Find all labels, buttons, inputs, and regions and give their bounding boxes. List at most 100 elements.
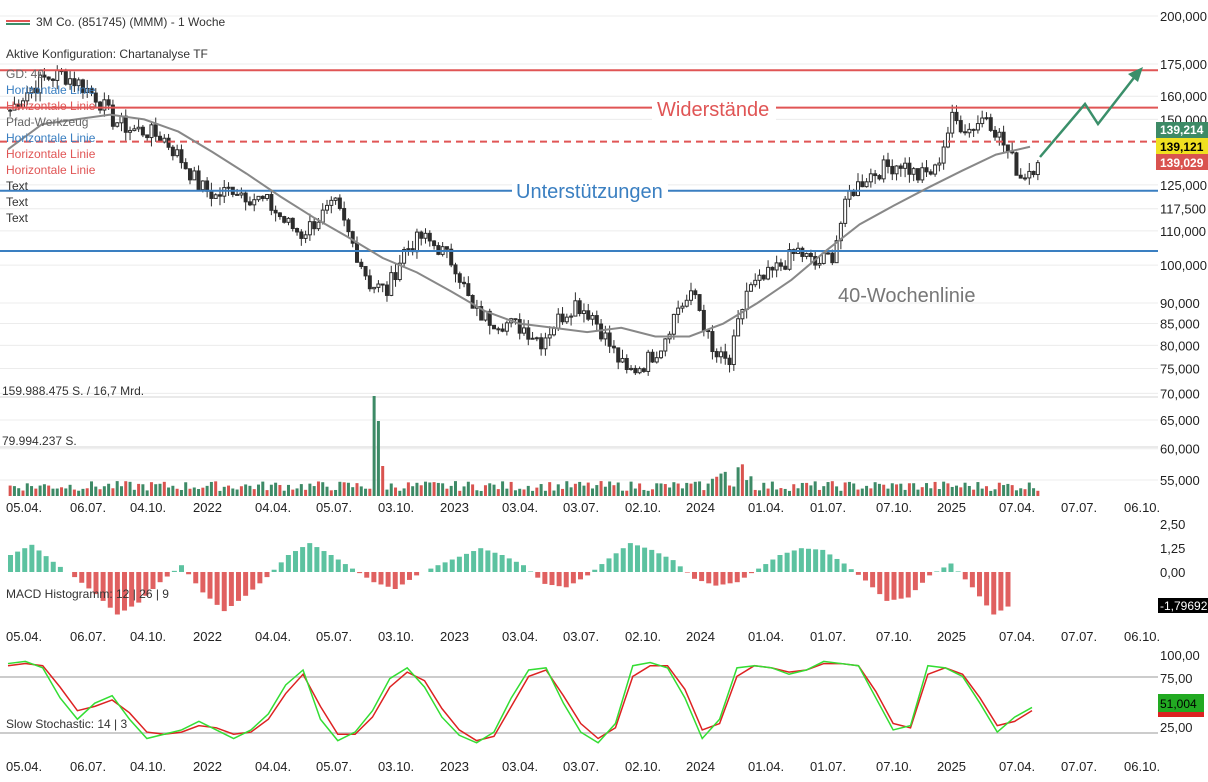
candle <box>920 167 925 181</box>
volume-bar <box>929 488 933 496</box>
tool-item[interactable]: Horizontale Linie <box>6 131 96 145</box>
tool-item[interactable]: Text <box>6 211 29 225</box>
volume-bar <box>1027 482 1031 496</box>
candle <box>432 240 437 247</box>
volume-bar <box>612 485 616 496</box>
volume-bar <box>201 487 205 496</box>
x-axis-label: 05.07. <box>316 629 352 644</box>
candle <box>573 300 578 317</box>
candle <box>149 124 154 139</box>
x-axis-label: 06.10. <box>1124 759 1160 774</box>
candle <box>766 266 771 280</box>
macd-bar <box>193 572 199 584</box>
volume-bar <box>693 481 697 496</box>
macd-bar <box>599 564 605 572</box>
volume-bar <box>51 488 55 496</box>
macd-bar <box>791 550 797 572</box>
tool-item[interactable]: GD: 40 <box>6 67 44 81</box>
volume-bar <box>479 490 483 496</box>
volume-bar <box>419 485 423 496</box>
macd-bar <box>521 565 526 572</box>
volume-bar <box>239 486 243 496</box>
tool-item[interactable]: Horizontale Linie <box>6 163 96 177</box>
volume-bar <box>548 482 552 496</box>
resistance-annotation[interactable]: Widerstände <box>657 99 769 121</box>
tool-item[interactable]: Text <box>6 179 29 193</box>
macd-bar <box>442 562 448 572</box>
volume-bar <box>428 482 432 496</box>
volume-bar <box>792 484 796 496</box>
candle <box>183 162 188 170</box>
macd-bar <box>414 572 420 576</box>
volume-bar <box>745 480 749 496</box>
candle <box>770 266 775 271</box>
tool-item[interactable]: Text <box>6 195 29 209</box>
support-annotation[interactable]: Unterstützungen <box>516 181 663 203</box>
x-axis-label: 2025 <box>937 759 966 774</box>
macd-bar <box>72 572 78 578</box>
candle <box>569 315 574 318</box>
volume-bar <box>646 490 650 496</box>
candle <box>513 318 518 321</box>
volume-bar <box>47 485 51 496</box>
candle <box>196 170 201 191</box>
x-axis-label: 2023 <box>440 500 469 515</box>
x-axis-label: 2022 <box>193 629 222 644</box>
macd-bar <box>677 566 683 572</box>
candle <box>984 117 989 120</box>
volume-bar <box>42 484 46 496</box>
macd-bar <box>86 572 92 589</box>
macd-bar <box>243 572 249 596</box>
x-axis-label: 01.04. <box>748 500 784 515</box>
price-panel <box>8 65 1040 376</box>
tool-list[interactable]: GD: 40 Horizontale Linie Horizontale Lin… <box>6 67 96 225</box>
tool-item[interactable]: Horizontale Linie <box>6 147 96 161</box>
candle <box>444 246 449 250</box>
candle <box>680 305 685 309</box>
volume-bar <box>299 484 303 496</box>
volume-bar <box>68 484 72 496</box>
candle <box>676 307 681 315</box>
tool-item[interactable]: Horizontale Linie <box>6 83 96 97</box>
volume-bar <box>107 483 111 496</box>
ma-annotation[interactable]: 40-Wochenlinie <box>838 285 976 307</box>
candle <box>106 99 111 106</box>
candle <box>778 262 783 267</box>
candle <box>153 124 158 137</box>
candle <box>1027 170 1032 179</box>
macd-bar <box>663 556 669 572</box>
volume-bar <box>415 482 419 496</box>
x-axis-label: 07.10. <box>876 629 912 644</box>
macd-bar <box>264 572 270 578</box>
macd-histogram <box>8 543 1011 615</box>
volume-bar <box>599 481 603 496</box>
x-axis-label: 03.10. <box>378 759 414 774</box>
candle <box>453 264 458 275</box>
macd-bar <box>656 553 662 572</box>
candle <box>333 197 338 201</box>
candle <box>303 234 308 239</box>
macd-bar <box>592 569 598 572</box>
candle <box>265 194 270 199</box>
path-tool-arrow[interactable] <box>1039 67 1143 158</box>
candle <box>847 190 852 200</box>
x-axis-label: 03.04. <box>502 759 538 774</box>
chart-title: 3M Co. (851745) (MMM) - 1 Woche <box>36 15 225 29</box>
candle <box>731 335 736 366</box>
volume-bar <box>702 490 706 496</box>
macd-bar <box>257 572 263 584</box>
candle <box>671 313 676 335</box>
tool-item[interactable]: Horizontale Linie <box>6 99 96 113</box>
macd-bar <box>734 572 740 583</box>
volume-bar <box>518 488 522 496</box>
volume-bar <box>535 487 539 496</box>
macd-bar <box>342 564 348 572</box>
macd-bar <box>649 549 655 572</box>
volume-bar <box>513 490 517 496</box>
stock-chart[interactable]: 3M Co. (851745) (MMM) - 1 Woche Aktive K… <box>0 0 1208 782</box>
tool-item[interactable]: Pfad-Werkzeug <box>6 115 88 129</box>
volume-bar <box>12 486 16 496</box>
x-axis-label: 04.10. <box>130 500 166 515</box>
macd-bar <box>385 572 391 587</box>
candle <box>710 331 715 353</box>
